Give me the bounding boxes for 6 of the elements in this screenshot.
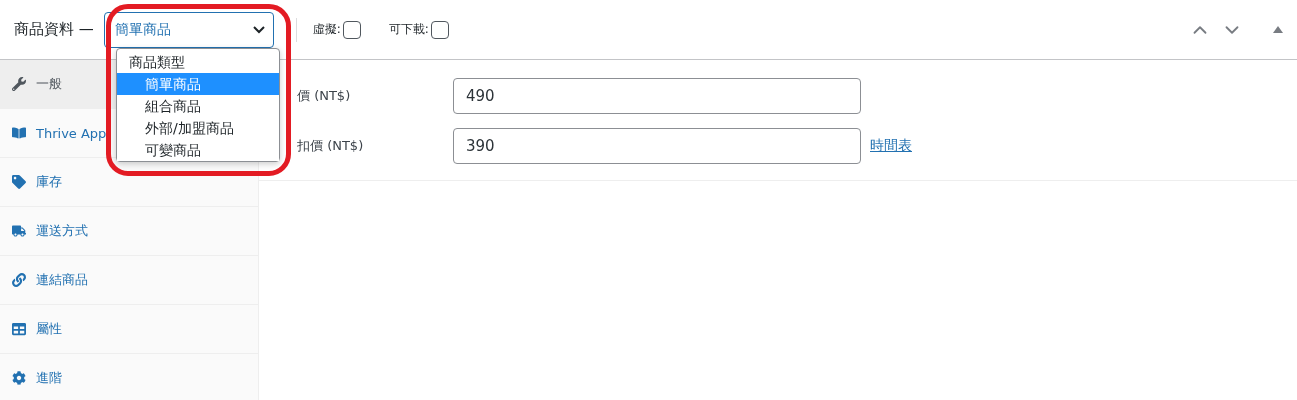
section-title: 商品資料 —	[14, 20, 94, 39]
field-label: 扣價 (NT$)	[297, 137, 365, 155]
checkbox-label: 虛擬:	[312, 21, 341, 38]
option-group-label: 商品類型	[128, 53, 186, 72]
field-label: 價 (NT$)	[297, 87, 352, 105]
checkbox-label: 可下載:	[388, 21, 429, 38]
